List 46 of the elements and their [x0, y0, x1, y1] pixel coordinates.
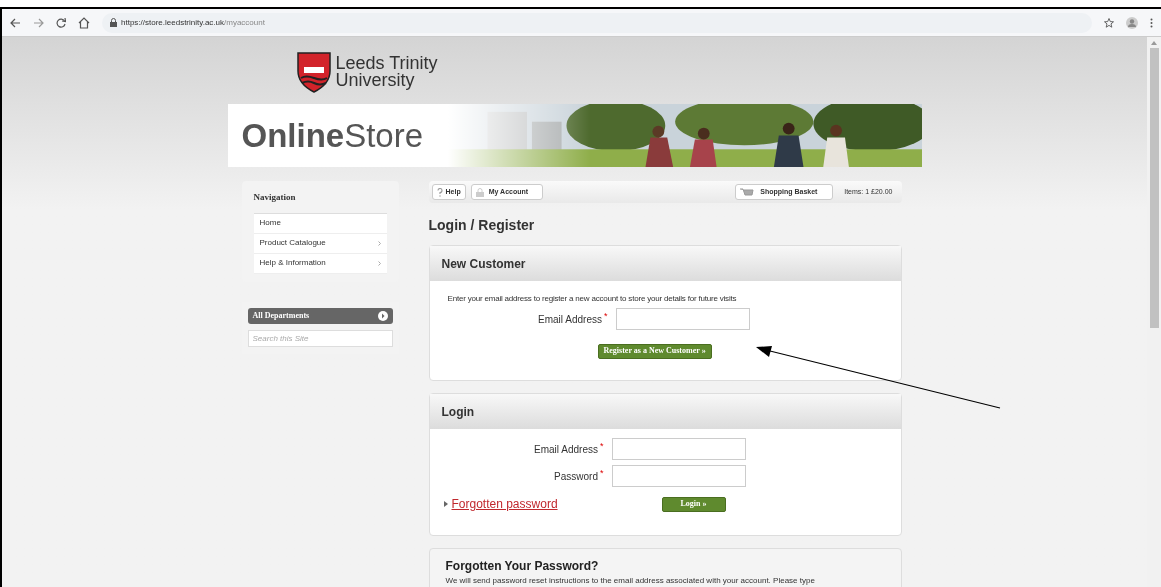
forward-icon[interactable]: [33, 17, 44, 28]
page-title: Login / Register: [428, 216, 536, 235]
card-title: New Customer: [441, 255, 526, 273]
login-button[interactable]: Login »: [661, 496, 726, 512]
chevron-icon: [377, 260, 381, 266]
question-icon: [436, 187, 443, 197]
input-field[interactable]: [615, 308, 750, 330]
arrow-circle-icon: [377, 310, 388, 321]
back-icon[interactable]: [10, 17, 21, 28]
departments-dropdown[interactable]: All Departments: [247, 307, 393, 324]
reload-icon[interactable]: [56, 17, 66, 28]
star-icon[interactable]: [1104, 17, 1114, 28]
register-button[interactable]: Register as a New Customer »: [597, 343, 712, 359]
home-icon[interactable]: [78, 16, 90, 29]
scroll-up-icon[interactable]: [1151, 41, 1157, 45]
required-mark: *: [604, 312, 608, 321]
chevron-icon: [377, 240, 381, 246]
description-text: We will send password reset instructions to the email address associated with your account. Please type: [445, 575, 816, 587]
lock-icon: [110, 18, 117, 27]
input-field[interactable]: [611, 465, 746, 487]
nav-item[interactable]: Product Catalogue: [253, 233, 387, 254]
profile-icon[interactable]: [1126, 16, 1138, 29]
lock-icon: [475, 187, 484, 197]
nav-item[interactable]: Help & Information: [253, 253, 387, 274]
store-title: OnlineStore: [240, 115, 425, 156]
bullet-icon: [443, 501, 448, 507]
intro-text: Enter your email address to register a new account to store your details for future visits: [447, 293, 738, 305]
field-label: Email Address: [538, 313, 602, 327]
input-field[interactable]: [611, 438, 746, 460]
card-title: Forgotten Your Password?: [445, 558, 600, 575]
card-title: Login: [441, 403, 475, 421]
address-bar[interactable]: https://store.leedstrinity.ac.uk/myaccount: [102, 12, 1092, 33]
field-label: Email Address: [534, 443, 598, 457]
logo-text: Leeds Trinity: [335, 54, 438, 72]
required-mark: *: [600, 469, 604, 478]
field-label: Password: [554, 470, 598, 484]
forgotten-password-link[interactable]: Forgotten password: [451, 495, 662, 513]
menu-icon[interactable]: [1150, 17, 1153, 28]
nav-item[interactable]: Home: [253, 213, 387, 234]
url-text: https://store.leedstrinity.ac.uk/myaccount: [121, 16, 265, 29]
search-field[interactable]: Search this Site: [247, 329, 393, 347]
shield-logo-icon: [295, 50, 332, 93]
cart-icon: [740, 187, 755, 197]
required-mark: *: [600, 442, 604, 451]
logo-text: University: [335, 71, 415, 89]
navigation-title: Navigation: [253, 191, 387, 214]
